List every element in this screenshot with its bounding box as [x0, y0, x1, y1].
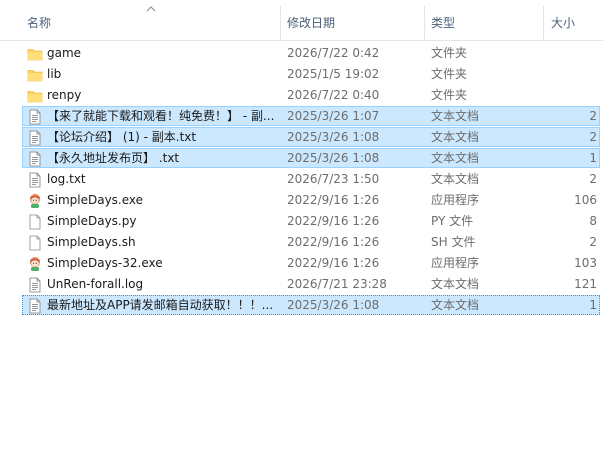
sort-ascending-arrow-icon[interactable] — [145, 4, 157, 14]
file-type: 应用程序 — [431, 193, 480, 207]
blank-file-icon — [27, 211, 43, 232]
column-header-size[interactable]: 大小 — [551, 0, 575, 40]
text-file-icon — [27, 274, 43, 295]
column-divider[interactable] — [543, 6, 544, 40]
file-name: game — [47, 46, 82, 60]
file-date: 2026/7/23 1:50 — [287, 172, 380, 186]
file-name: SimpleDays.py — [47, 214, 137, 228]
file-type: 文本文档 — [431, 130, 480, 144]
file-date: 2026/7/22 0:40 — [287, 88, 380, 102]
column-header-bar: 名称 修改日期 类型 大小 — [0, 0, 603, 41]
file-date: 2025/3/26 1:08 — [287, 130, 380, 144]
file-row[interactable]: SimpleDays.sh 2022/9/16 1:26 SH 文件 2 — [0, 232, 603, 253]
folder-icon — [27, 85, 43, 106]
file-row[interactable]: renpy 2026/7/22 0:40 文件夹 — [0, 85, 603, 106]
file-size — [545, 43, 597, 64]
file-row[interactable]: log.txt 2026/7/23 1:50 文本文档 2 — [0, 169, 603, 190]
file-type: 文本文档 — [431, 298, 480, 312]
file-type: 文本文档 — [431, 172, 480, 186]
file-name: SimpleDays.exe — [47, 193, 144, 207]
file-date: 2026/7/21 23:28 — [287, 277, 387, 291]
text-file-icon — [27, 106, 43, 127]
file-name: log.txt — [47, 172, 86, 186]
app-icon — [27, 190, 43, 211]
file-date: 2022/9/16 1:26 — [287, 256, 380, 270]
blank-file-icon — [27, 232, 43, 253]
file-row[interactable]: UnRen-forall.log 2026/7/21 23:28 文本文档 121 — [0, 274, 603, 295]
file-name: lib — [47, 67, 62, 81]
text-file-icon — [27, 295, 43, 316]
text-file-icon — [27, 148, 43, 169]
file-type: 文本文档 — [431, 151, 480, 165]
file-size: 2 — [589, 235, 597, 249]
file-size: 1 — [589, 151, 597, 165]
file-date: 2022/9/16 1:26 — [287, 214, 380, 228]
file-date: 2025/3/26 1:07 — [287, 109, 380, 123]
file-name: 【永久地址发布页】 .txt — [47, 151, 180, 165]
file-type: 文件夹 — [431, 88, 468, 102]
file-row[interactable]: lib 2025/1/5 19:02 文件夹 — [0, 64, 603, 85]
column-header-type[interactable]: 类型 — [431, 0, 455, 40]
column-divider[interactable] — [280, 6, 281, 40]
file-row[interactable]: SimpleDays.py 2022/9/16 1:26 PY 文件 8 — [0, 211, 603, 232]
file-size: 2 — [589, 172, 597, 186]
folder-icon — [27, 43, 43, 64]
file-size: 8 — [589, 214, 597, 228]
text-file-icon — [27, 169, 43, 190]
file-row[interactable]: 【论坛介绍】 (1) - 副本.txt 2025/3/26 1:08 文本文档 2 — [0, 127, 603, 148]
file-name: 【论坛介绍】 (1) - 副本.txt — [47, 130, 197, 144]
file-type: 文本文档 — [431, 277, 480, 291]
file-size — [545, 85, 597, 106]
file-row[interactable]: 最新地址及APP请发邮箱自动获取！！！... 2025/3/26 1:08 文本文档… — [0, 295, 603, 316]
file-date: 2022/9/16 1:26 — [287, 193, 380, 207]
file-size — [545, 64, 597, 85]
column-header-name[interactable]: 名称 — [27, 0, 51, 40]
file-size: 2 — [589, 130, 597, 144]
file-name: SimpleDays-32.exe — [47, 256, 163, 270]
file-row[interactable]: SimpleDays.exe 2022/9/16 1:26 应用程序 106 — [0, 190, 603, 211]
file-type: 文件夹 — [431, 67, 468, 81]
file-size: 121 — [574, 277, 597, 291]
column-header-date[interactable]: 修改日期 — [287, 0, 335, 40]
file-name: UnRen-forall.log — [47, 277, 144, 291]
column-divider[interactable] — [424, 6, 425, 40]
file-type: 应用程序 — [431, 256, 480, 270]
file-name: 最新地址及APP请发邮箱自动获取！！！... — [47, 298, 274, 312]
folder-icon — [27, 64, 43, 85]
file-row[interactable]: game 2026/7/22 0:42 文件夹 — [0, 43, 603, 64]
file-row[interactable]: SimpleDays-32.exe 2022/9/16 1:26 应用程序 103 — [0, 253, 603, 274]
file-name: renpy — [47, 88, 82, 102]
file-date: 2022/9/16 1:26 — [287, 235, 380, 249]
file-type: SH 文件 — [431, 235, 476, 249]
file-name: SimpleDays.sh — [47, 235, 136, 249]
file-name: 【来了就能下载和观看！纯免费！】 - 副... — [47, 109, 275, 123]
file-size: 1 — [589, 298, 597, 312]
file-date: 2026/7/22 0:42 — [287, 46, 380, 60]
file-type: 文件夹 — [431, 46, 468, 60]
file-type: 文本文档 — [431, 109, 480, 123]
app-icon — [27, 253, 43, 274]
file-size: 106 — [574, 193, 597, 207]
file-size: 2 — [589, 109, 597, 123]
file-date: 2025/1/5 19:02 — [287, 67, 380, 81]
file-date: 2025/3/26 1:08 — [287, 298, 380, 312]
file-date: 2025/3/26 1:08 — [287, 151, 380, 165]
file-type: PY 文件 — [431, 214, 474, 228]
file-size: 103 — [574, 256, 597, 270]
text-file-icon — [27, 127, 43, 148]
file-row[interactable]: 【永久地址发布页】 .txt 2025/3/26 1:08 文本文档 1 — [0, 148, 603, 169]
file-explorer-window: 名称 修改日期 类型 大小 game 2026/7/22 0:42 文件夹 lib 20… — [0, 0, 603, 476]
file-row[interactable]: 【来了就能下载和观看！纯免费！】 - 副... 2025/3/26 1:07 文本文… — [0, 106, 603, 127]
file-list: game 2026/7/22 0:42 文件夹 lib 2025/1/5 19:02 文件… — [0, 43, 603, 316]
